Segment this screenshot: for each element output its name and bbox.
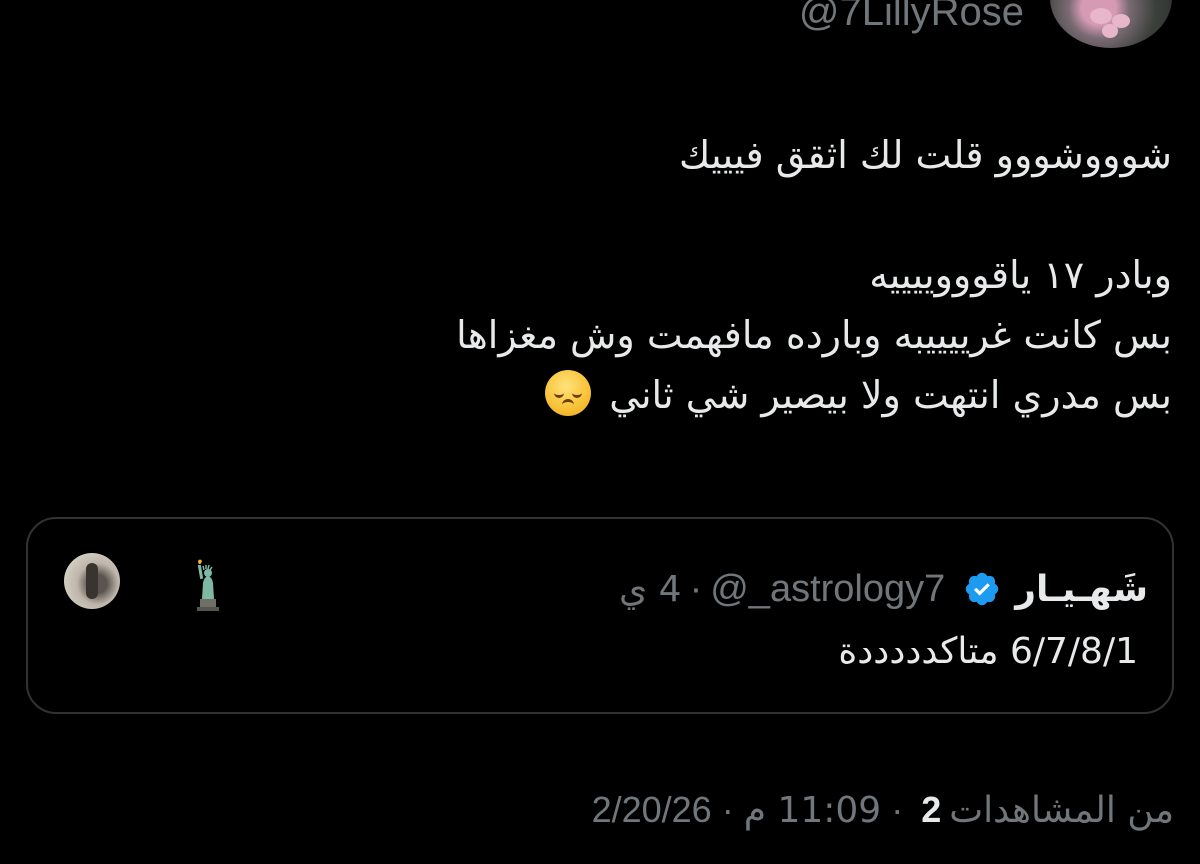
quoted-author-avatar[interactable] (64, 553, 120, 609)
quoted-tweet-card[interactable]: شَهـيـار @_astrology7 · 4 ي 6/7/8/1 متاك… (26, 517, 1174, 714)
quoted-tweet-header: شَهـيـار @_astrology7 · 4 ي (619, 559, 1148, 619)
separator-dot: · (689, 567, 703, 610)
tweet-line: بس كانت غرييييبه وبارده مافهمت وش مغزاها (456, 313, 1172, 357)
tweet-line: بس مدري انتهت ولا بيصير شي ثاني (609, 373, 1172, 417)
views-label: من المشاهدات (949, 789, 1174, 831)
pensive-face-icon (545, 370, 592, 416)
verified-badge-icon (966, 572, 999, 606)
tweet-text: شوووشووو قلت لك اثقق فيييك وبادر ١٧ ياقو… (42, 125, 1172, 425)
tweet-line: شوووشووو قلت لك اثقق فيييك (679, 133, 1172, 177)
tweet-date[interactable]: 2/20/26 (592, 789, 712, 831)
tweet-line: وبادر ١٧ ياقوووييييه (869, 253, 1172, 297)
tweet-line-with-emoji: بس مدري انتهت ولا بيصير شي ثاني (42, 365, 1172, 425)
quoted-tweet-time[interactable]: 4 ي (619, 569, 682, 610)
tweet-time[interactable]: 11:09 م (744, 790, 881, 831)
tweet-meta-row: 2/20/26 · 11:09 م · 2 من المشاهدات (592, 782, 1174, 838)
statue-of-liberty-icon (197, 559, 219, 611)
quoted-author-handle[interactable]: @_astrology7 (710, 568, 945, 611)
author-avatar[interactable] (1050, 0, 1172, 48)
quoted-author-name[interactable]: شَهـيـار (1015, 569, 1148, 610)
author-handle[interactable]: @7LillyRose (799, 0, 1024, 35)
views-count: 2 (921, 789, 942, 830)
separator-dot: · (721, 789, 734, 830)
quoted-tweet-text: 6/7/8/1 متاكدددددة (838, 631, 1138, 672)
separator-dot: · (891, 789, 904, 830)
